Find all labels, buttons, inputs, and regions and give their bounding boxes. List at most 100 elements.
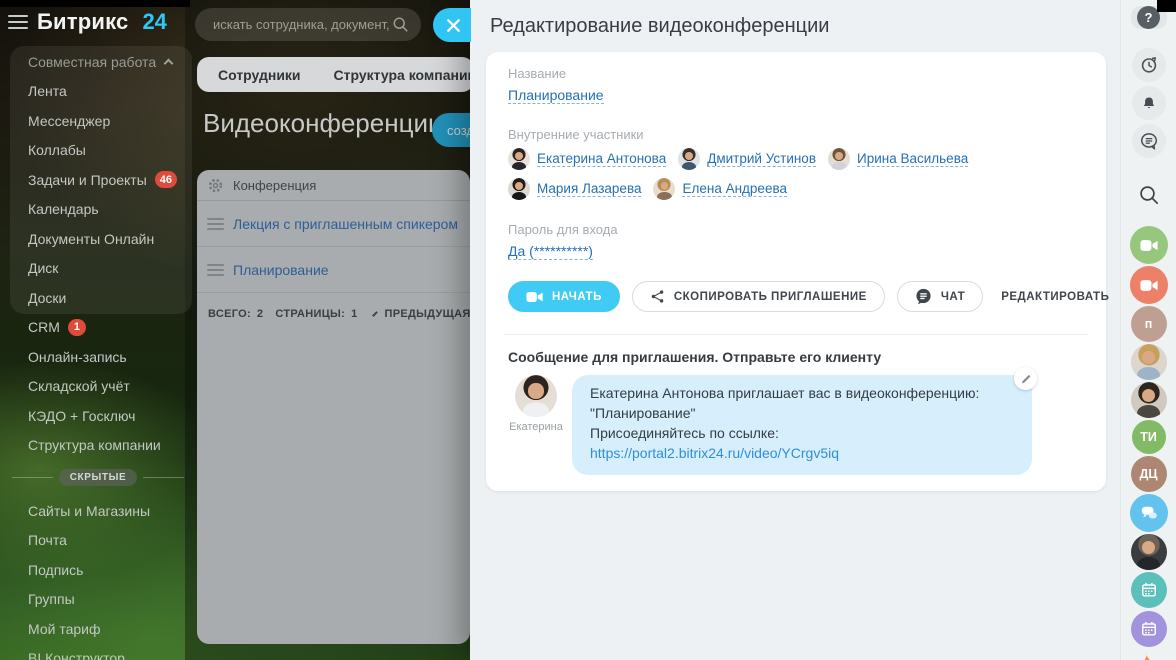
participant-link[interactable]: Дмитрий Устинов: [707, 151, 816, 167]
participant-link[interactable]: Ирина Васильева: [857, 151, 968, 167]
video-camera-icon: [1140, 279, 1158, 292]
sidebar-item-lenta[interactable]: Лента: [28, 77, 193, 107]
screen-artifact: [0, 0, 190, 7]
calendar-purple-button[interactable]: [1131, 611, 1167, 647]
hamburger-menu-icon[interactable]: [8, 15, 28, 29]
sidebar: Битрикс 24 Совместная работа Лента Мессе…: [0, 0, 197, 660]
sidebar-item-online-booking[interactable]: Онлайн-запись: [28, 342, 193, 372]
notifications-button[interactable]: [1132, 86, 1166, 120]
sidebar-item-inventory[interactable]: Складской учёт: [28, 372, 193, 402]
conference-details-card: Название Планирование Внутренние участни…: [486, 52, 1106, 491]
avatar: [828, 148, 850, 170]
panel-close-button[interactable]: [433, 8, 471, 42]
participant: Елена Андреева: [653, 178, 787, 200]
sidebar-item-sign[interactable]: Подпись: [28, 555, 193, 585]
sidebar-item-mail[interactable]: Почта: [28, 526, 193, 556]
sender-avatar: [515, 375, 557, 417]
sidebar-item-company-structure[interactable]: Структура компании: [28, 431, 193, 461]
messenger-button[interactable]: [1132, 124, 1166, 158]
grid-footer: ВСЕГО: 2 СТРАНИЦЫ: 1 ПРЕДЫДУЩАЯ: [197, 293, 470, 335]
video-camera-icon: [526, 291, 543, 303]
pages-value: 1: [351, 308, 357, 320]
chat-icon: [915, 288, 932, 305]
grid-row-1[interactable]: Лекция с приглашенным спикером: [197, 201, 470, 247]
search-input[interactable]: [211, 16, 392, 33]
edit-button[interactable]: РЕДАКТИРОВАТЬ: [995, 281, 1115, 312]
sidebar-item-calendar[interactable]: Календарь: [28, 195, 193, 225]
grid-column-header[interactable]: Конференция: [233, 178, 316, 193]
participant-link[interactable]: Мария Лазарева: [537, 181, 641, 197]
conference-link[interactable]: Лекция с приглашенным спикером: [233, 216, 458, 232]
participant-link[interactable]: Екатерина Антонова: [537, 151, 666, 167]
participant: Мария Лазарева: [508, 178, 641, 200]
participant: Дмитрий Устинов: [678, 148, 816, 170]
global-search[interactable]: [195, 8, 421, 41]
avatar-letters-ti[interactable]: ТИ: [1132, 420, 1166, 454]
avatar-letter-p[interactable]: п: [1131, 306, 1167, 342]
total-value: 2: [257, 308, 263, 320]
avatar-letters-dc[interactable]: ДЦ: [1131, 456, 1167, 492]
fire-button[interactable]: [1133, 650, 1165, 660]
sidebar-item-messenger[interactable]: Мессенджер: [28, 106, 193, 136]
avatar-photo[interactable]: [1131, 344, 1167, 380]
password-value-link[interactable]: Да (**********): [508, 243, 593, 260]
password-label: Пароль для входа: [508, 222, 1084, 237]
sidebar-item-sites[interactable]: Сайты и Магазины: [28, 496, 193, 526]
sidebar-item-kedo[interactable]: КЭДО + Госключ: [28, 401, 193, 431]
search-icon: [1137, 183, 1161, 207]
sidebar-item-boards[interactable]: Доски: [28, 283, 193, 313]
start-conference-button[interactable]: НАЧАТЬ: [508, 281, 620, 312]
action-buttons: НАЧАТЬ СКОПИРОВАТЬ ПРИГЛАШЕНИЕ: [508, 281, 1084, 312]
logo-24: 24: [142, 9, 166, 35]
pencil-icon: [1020, 373, 1031, 385]
search-icon: [392, 16, 409, 33]
participant-link[interactable]: Елена Андреева: [682, 181, 787, 197]
timeman-button[interactable]: [1132, 48, 1166, 82]
grid-settings-gear-icon[interactable]: [207, 177, 224, 194]
total-label: ВСЕГО:: [208, 308, 251, 320]
avatar-photo[interactable]: [1131, 382, 1167, 418]
sidebar-item-collabs[interactable]: Коллабы: [28, 136, 193, 166]
rail-search-button[interactable]: [1137, 183, 1161, 212]
grid-row-2[interactable]: Планирование: [197, 247, 470, 293]
sidebar-item-my-plan[interactable]: Мой тариф: [28, 614, 193, 644]
invite-heading: Сообщение для приглашения. Отправьте его…: [508, 349, 1084, 365]
avatar-photo[interactable]: [1131, 534, 1167, 570]
calendar-teal-button[interactable]: [1131, 572, 1167, 608]
invite-message-row: Екатерина Екатерина Антонова приглашает …: [508, 375, 1084, 475]
tab-company-structure[interactable]: Структура компании: [334, 67, 477, 83]
grid-header-row: Конференция: [197, 170, 470, 201]
panel-title: Редактирование видеоконференции: [490, 15, 829, 38]
bell-icon: [1139, 94, 1159, 112]
sidebar-group-title[interactable]: Совместная работа: [28, 47, 193, 77]
calendar-icon: [1139, 580, 1159, 600]
hidden-pill[interactable]: СКРЫТЫЕ: [59, 469, 138, 486]
logo-text[interactable]: Битрикс: [37, 9, 128, 35]
conference-url-link[interactable]: https://portal2.bitrix24.ru/video/YCrgv5…: [590, 445, 839, 461]
name-value-link[interactable]: Планирование: [508, 87, 604, 104]
tab-employees[interactable]: Сотрудники: [218, 67, 301, 83]
chevron-up-icon: [164, 58, 174, 68]
pages-label: СТРАНИЦЫ:: [275, 308, 345, 320]
prev-page-button[interactable]: ПРЕДЫДУЩАЯ: [385, 308, 471, 320]
invite-message-bubble: Екатерина Антонова приглашает вас в виде…: [572, 375, 1032, 475]
video-call-green-button[interactable]: [1130, 226, 1168, 264]
sidebar-item-crm[interactable]: CRM1: [28, 313, 193, 343]
sidebar-item-disk[interactable]: Диск: [28, 254, 193, 284]
drag-handle-icon[interactable]: [207, 218, 224, 230]
sidebar-item-bi-constructor[interactable]: BI Конструктор: [28, 644, 193, 660]
clock-icon: [1139, 55, 1159, 75]
conference-link[interactable]: Планирование: [233, 262, 329, 278]
copy-invitation-button[interactable]: СКОПИРОВАТЬ ПРИГЛАШЕНИЕ: [632, 281, 885, 312]
video-call-red-button[interactable]: [1130, 266, 1168, 304]
participant: Екатерина Антонова: [508, 148, 666, 170]
sidebar-item-docs-online[interactable]: Документы Онлайн: [28, 224, 193, 254]
invite-line-3: Присоединяйтесь по ссылке: https://porta…: [590, 424, 1014, 464]
calendar-icon: [1139, 619, 1159, 639]
edit-message-button[interactable]: [1014, 367, 1037, 390]
sidebar-item-groups[interactable]: Группы: [28, 585, 193, 615]
chat-button[interactable]: ЧАТ: [897, 281, 983, 312]
sidebar-item-tasks[interactable]: Задачи и Проекты46: [28, 165, 193, 195]
chat-app-button[interactable]: [1130, 494, 1168, 532]
drag-handle-icon[interactable]: [207, 264, 224, 276]
